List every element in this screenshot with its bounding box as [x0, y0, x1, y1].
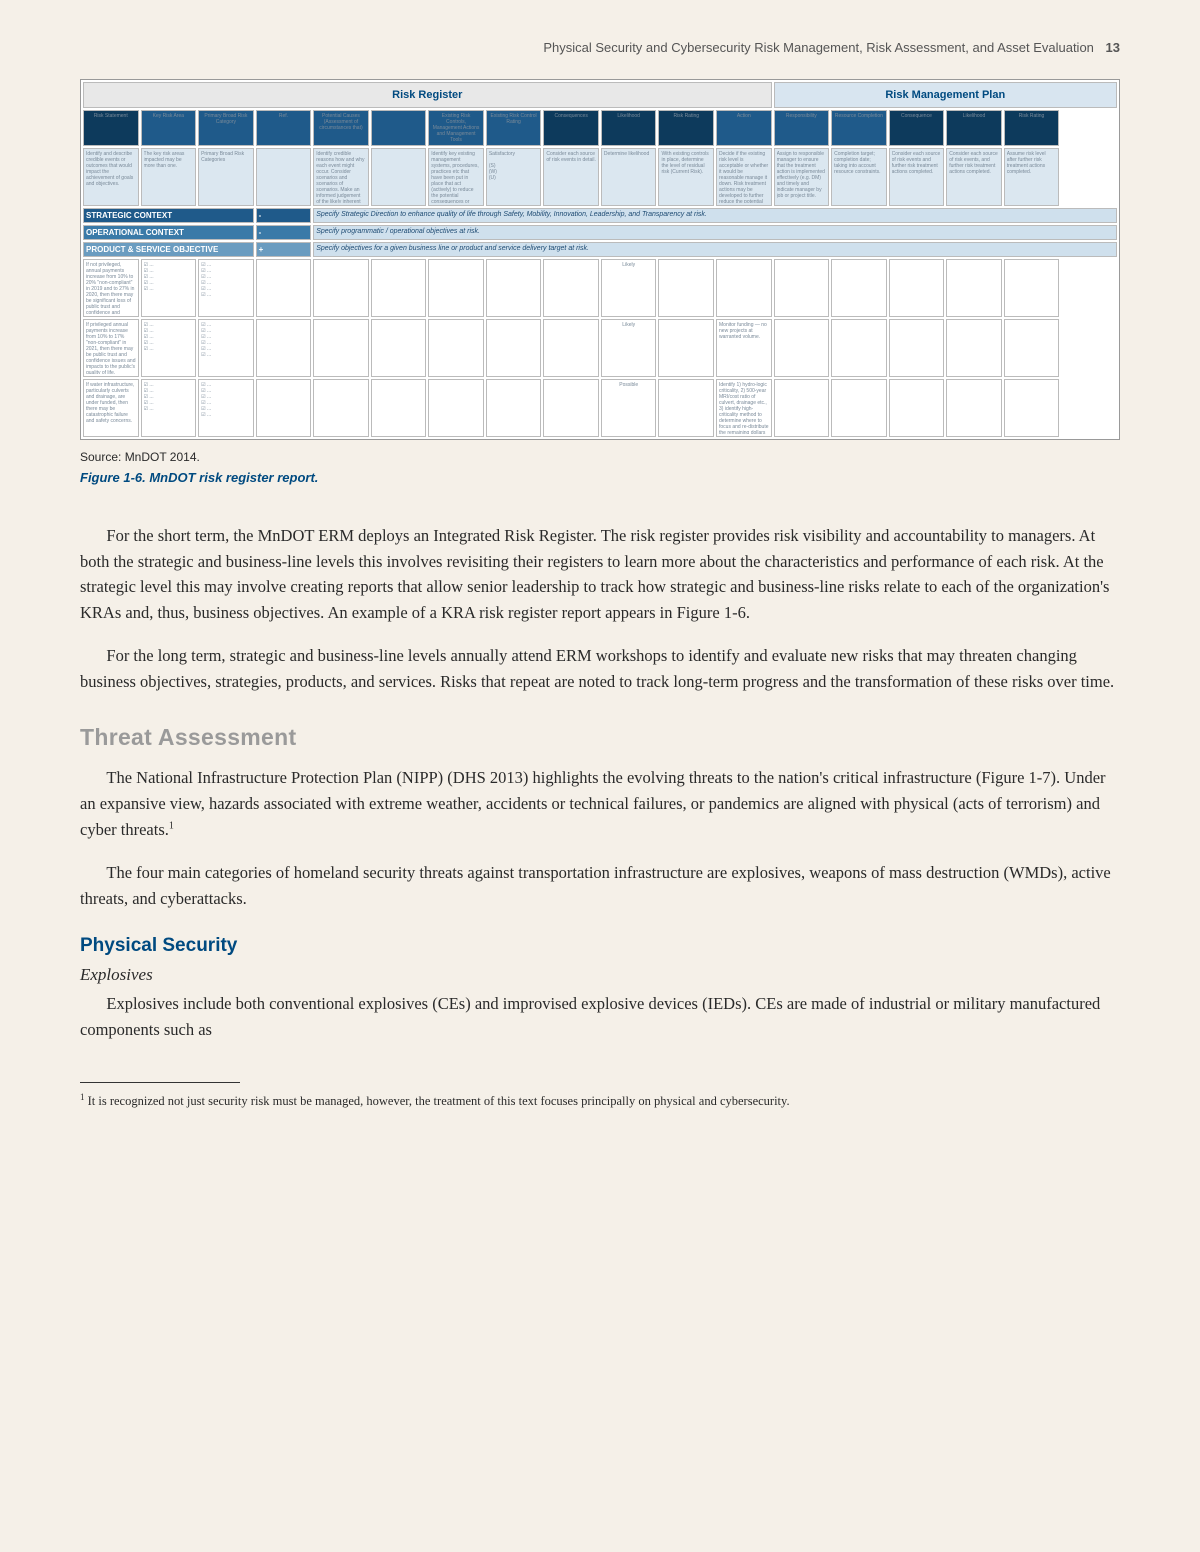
figure-source: Source: MnDOT 2014.: [80, 450, 1120, 464]
running-head-title: Physical Security and Cybersecurity Risk…: [543, 40, 1094, 55]
band-tick: -: [256, 208, 312, 223]
cell: Identify and describe credible events or…: [86, 151, 136, 203]
cell: Consider each source of risk events and …: [892, 151, 942, 203]
paragraph-2: For the long term, strategic and busines…: [80, 643, 1120, 694]
cell: Possible: [619, 382, 638, 388]
hdr-c11a: Consequence: [901, 113, 932, 119]
cell: If privileged annual payments increase f…: [86, 322, 136, 374]
hdr-c9b: Likelihood: [617, 113, 640, 119]
cell: Decide if the existing risk level is acc…: [719, 151, 769, 203]
cell: Satisfactory (S) (W) (U): [489, 151, 539, 203]
cell: ☑ ...☑ ...☑ ...☑ ...☑ ...☑ ...: [201, 382, 251, 434]
cell: ☑ ...☑ ...☑ ...☑ ...☑ ...: [144, 382, 194, 434]
cell: With existing controls in place, determi…: [661, 151, 711, 203]
heading-explosives: Explosives: [80, 965, 1120, 985]
cell: Consider each source of risk events in d…: [546, 151, 596, 203]
band-operational-text: Specify programmatic / operational objec…: [313, 225, 1117, 240]
cell: If not privileged, annual payments incre…: [86, 262, 136, 314]
running-head: Physical Security and Cybersecurity Risk…: [80, 40, 1120, 55]
cell: Identify credible reasons how and why ea…: [316, 151, 366, 203]
cell: ☑ ...☑ ...☑ ...☑ ...☑ ...☑ ...: [201, 322, 251, 374]
risk-register-table: Risk Register Risk Management Plan Risk …: [80, 79, 1120, 440]
heading-physical-security: Physical Security: [80, 935, 1120, 957]
hdr-c9c: Risk Rating: [673, 113, 699, 119]
band-tick: -: [256, 225, 312, 240]
cell: Likely: [622, 322, 635, 328]
hdr-c1: Risk Statement: [94, 113, 128, 119]
hdr-c3: Primary Broad Risk Category: [204, 113, 247, 125]
hdr-c9a: Consequences: [554, 113, 587, 119]
page-number: 13: [1106, 40, 1120, 55]
cell: The key risk areas impacted may be more …: [144, 151, 194, 203]
hdr-c10b: Responsibility: [786, 113, 817, 119]
table-title-left: Risk Register: [83, 82, 772, 108]
hdr-c7: Existing Risk Controls, Management Actio…: [433, 113, 480, 143]
table-title-right: Risk Management Plan: [774, 82, 1117, 108]
cell: Monitor funding — no new projects at war…: [719, 322, 769, 374]
footnote-text: It is recognized not just security risk …: [88, 1094, 790, 1108]
heading-threat-assessment: Threat Assessment: [80, 724, 1120, 751]
band-product: PRODUCT & SERVICE OBJECTIVE: [83, 242, 254, 257]
cell: If water infrastructure, particularly cu…: [86, 382, 136, 434]
cell: Primary Broad Risk Categories: [201, 151, 251, 203]
figure-risk-register: Risk Register Risk Management Plan Risk …: [80, 79, 1120, 440]
cell: Likely: [622, 262, 635, 268]
cell: Assume risk level after further risk tre…: [1007, 151, 1057, 203]
footnote-rule: [80, 1082, 240, 1083]
hdr-c5: Potential Causes (Assessment of circumst…: [319, 113, 362, 131]
cell: ☑ ...☑ ...☑ ...☑ ...☑ ...: [144, 262, 194, 314]
hdr-c4: Ref.: [279, 113, 288, 119]
footnote-1: 1 It is recognized not just security ris…: [80, 1091, 1120, 1111]
hdr-c10a: Action: [737, 113, 751, 119]
hdr-c2: Key Risk Area: [153, 113, 184, 119]
paragraph-1: For the short term, the MnDOT ERM deploy…: [80, 523, 1120, 625]
cell: Consider each source of risk events, and…: [949, 151, 999, 203]
hdr-c8: Existing Risk Control Rating: [491, 113, 537, 125]
hdr-c10c: Resource Completion: [835, 113, 883, 119]
band-tick: +: [256, 242, 312, 257]
cell: Assign to responsible manager to ensure …: [777, 151, 827, 203]
paragraph-5: Explosives include both conventional exp…: [80, 991, 1120, 1042]
figure-caption: Figure 1-6. MnDOT risk register report.: [80, 470, 1120, 485]
cell: Completion target; completion date; taki…: [834, 151, 884, 203]
footnote-marker: 1: [80, 1092, 85, 1102]
cell: ☑ ...☑ ...☑ ...☑ ...☑ ...: [144, 322, 194, 374]
cell: Determine likelihood: [604, 151, 654, 203]
band-strategic: STRATEGIC CONTEXT: [83, 208, 254, 223]
hdr-c11b: Likelihood: [963, 113, 986, 119]
paragraph-3-text: The National Infrastructure Protection P…: [80, 768, 1106, 838]
band-operational: OPERATIONAL CONTEXT: [83, 225, 254, 240]
cell: Identify 1) hydro-logic criticality, 2) …: [719, 382, 769, 434]
paragraph-3: The National Infrastructure Protection P…: [80, 765, 1120, 842]
cell: ☑ ...☑ ...☑ ...☑ ...☑ ...☑ ...: [201, 262, 251, 314]
hdr-c11c: Risk Rating: [1019, 113, 1045, 119]
band-product-text: Specify objectives for a given business …: [313, 242, 1117, 257]
paragraph-4: The four main categories of homeland sec…: [80, 860, 1120, 911]
cell: Identify key existing management systems…: [431, 151, 481, 203]
band-strategic-text: Specify Strategic Direction to enhance q…: [313, 208, 1117, 223]
footnote-ref-1: 1: [169, 820, 174, 831]
